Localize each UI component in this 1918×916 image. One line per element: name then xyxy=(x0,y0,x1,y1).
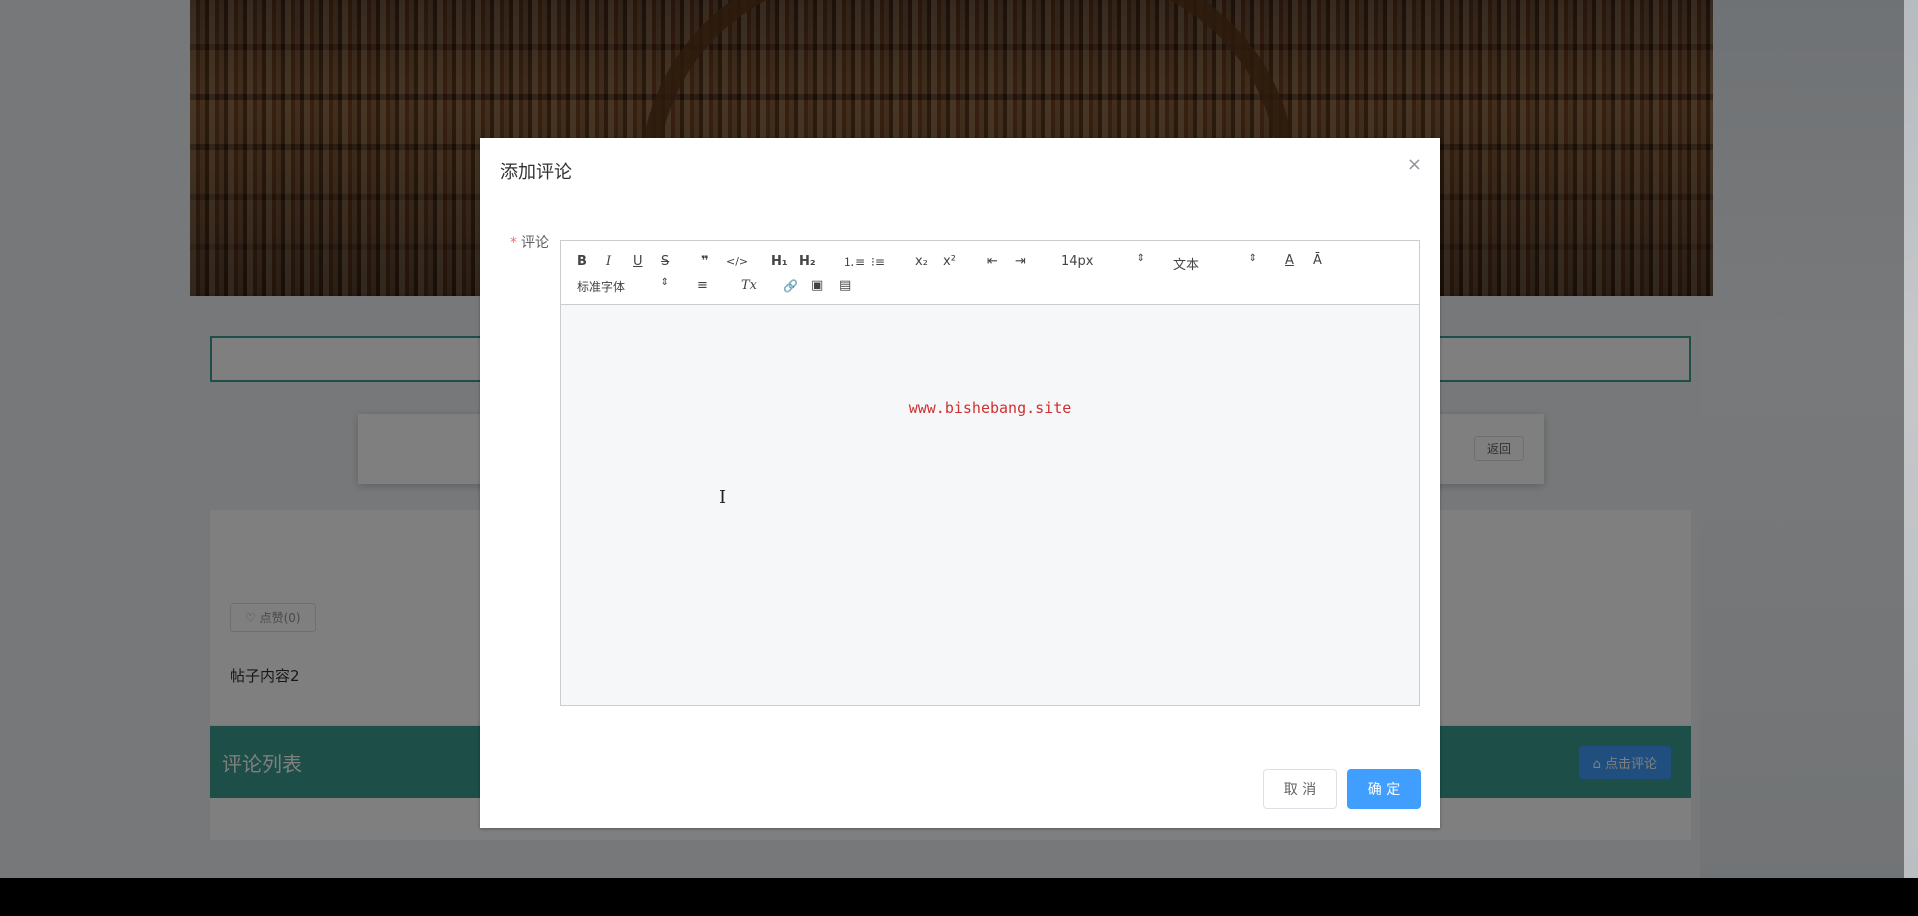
font-family-value: 标准字体 xyxy=(577,280,626,294)
ordered-list-button[interactable]: ⒈≡ xyxy=(843,254,865,270)
add-comment-dialog: 添加评论 × * 评论 B I U S ❞ </> H₁ H₂ ⒈≡ ⁝≡ x₂ … xyxy=(480,138,1440,828)
dialog-title: 添加评论 xyxy=(500,162,572,183)
clean-format-button[interactable]: Tx xyxy=(741,278,757,294)
font-family-picker[interactable]: 标准字体 ⇕ xyxy=(577,277,669,295)
align-button[interactable]: ≡ xyxy=(697,278,708,294)
required-mark: * xyxy=(510,235,517,251)
font-size-arrow-icon: ⇕ xyxy=(1136,253,1145,264)
header-arrow-icon: ⇕ xyxy=(1248,253,1257,264)
background-color-button[interactable]: Ā xyxy=(1313,253,1322,269)
editor-toolbar: B I U S ❞ </> H₁ H₂ ⒈≡ ⁝≡ x₂ x² ⇤ ⇥ 14px… xyxy=(561,241,1419,305)
strike-button[interactable]: S xyxy=(661,254,669,270)
underline-button[interactable]: U xyxy=(633,254,643,270)
comment-field-label: * 评论 xyxy=(510,232,549,252)
bottom-black-bar xyxy=(0,878,1918,916)
close-icon[interactable]: × xyxy=(1407,154,1422,175)
font-size-value: 14px xyxy=(1061,254,1094,269)
cancel-button[interactable]: 取 消 xyxy=(1263,769,1337,809)
confirm-button[interactable]: 确 定 xyxy=(1347,769,1421,809)
header-picker[interactable]: 文本 ⇕ xyxy=(1173,253,1257,273)
image-icon[interactable]: ▣ xyxy=(811,278,823,294)
rich-text-editor: B I U S ❞ </> H₁ H₂ ⒈≡ ⁝≡ x₂ x² ⇤ ⇥ 14px… xyxy=(560,240,1420,706)
italic-button[interactable]: I xyxy=(606,254,611,270)
subscript-button[interactable]: x₂ xyxy=(915,254,928,270)
header-1-button[interactable]: H₁ xyxy=(771,254,788,270)
code-block-button[interactable]: </> xyxy=(726,254,748,270)
editor-content-area[interactable]: www.bishebang.site I xyxy=(561,305,1419,705)
header-picker-value: 文本 xyxy=(1173,258,1200,273)
link-icon[interactable]: 🔗 xyxy=(783,278,798,294)
indent-button[interactable]: ⇥ xyxy=(1015,254,1026,270)
header-2-button[interactable]: H₂ xyxy=(799,254,816,270)
video-icon[interactable]: ▤ xyxy=(839,278,851,294)
font-family-arrow-icon: ⇕ xyxy=(660,277,669,288)
superscript-button[interactable]: x² xyxy=(943,254,956,270)
outdent-button[interactable]: ⇤ xyxy=(987,254,998,270)
text-color-button[interactable]: A xyxy=(1285,253,1294,269)
bullet-list-button[interactable]: ⁝≡ xyxy=(871,254,885,270)
text-cursor-icon: I xyxy=(719,487,727,508)
font-size-picker[interactable]: 14px ⇕ xyxy=(1061,253,1145,269)
watermark-text: www.bishebang.site xyxy=(908,399,1072,417)
comment-label-text: 评论 xyxy=(521,235,549,251)
bold-button[interactable]: B xyxy=(577,254,587,270)
scrollbar-gutter xyxy=(1904,0,1918,878)
blockquote-button[interactable]: ❞ xyxy=(701,254,709,270)
